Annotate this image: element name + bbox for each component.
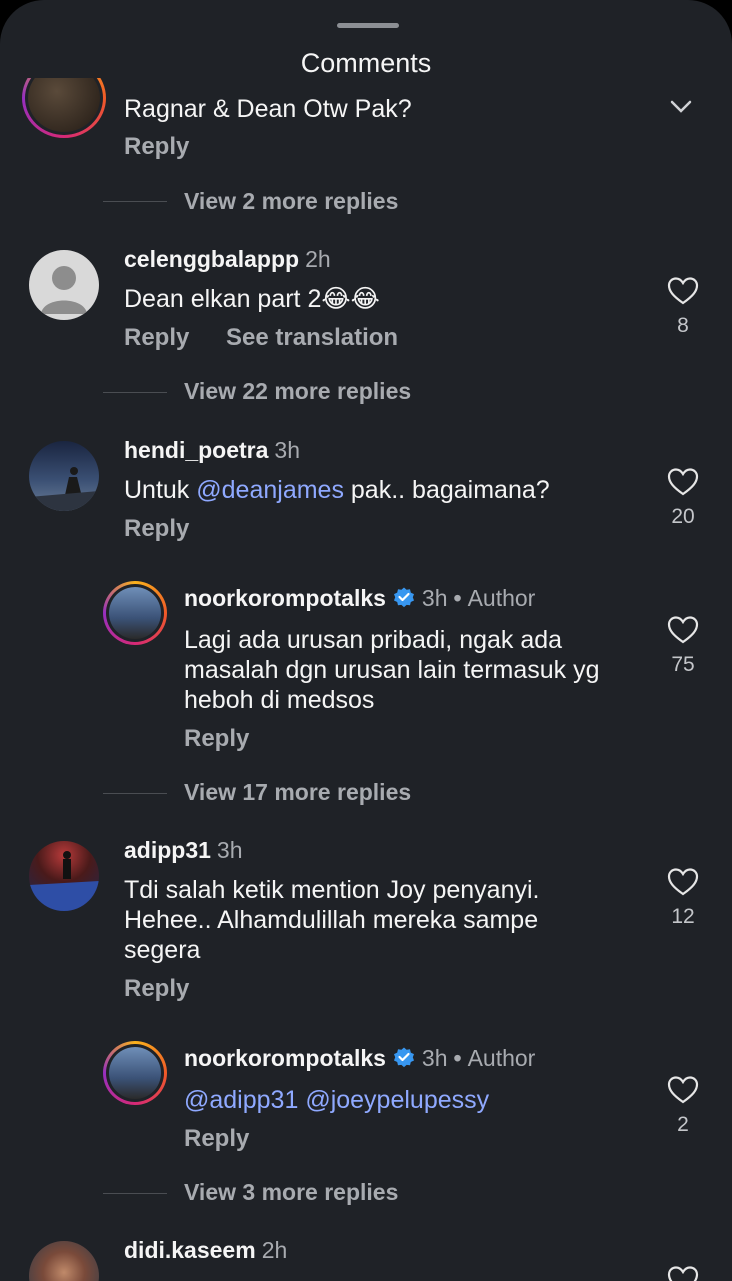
person-silhouette-icon: [29, 467, 99, 511]
comment-actions: Reply: [124, 975, 219, 1003]
comment-username[interactable]: hendi_poetra 3h: [124, 437, 300, 464]
avatar[interactable]: [29, 441, 99, 511]
sheet-title: Comments: [300, 48, 432, 78]
view-more-replies-button[interactable]: View 17 more replies: [184, 779, 411, 806]
view-more-replies-button[interactable]: View 22 more replies: [184, 378, 411, 405]
heart-outline-icon[interactable]: [667, 276, 699, 306]
like-count: 2: [677, 1113, 689, 1136]
comment-actions: Reply: [124, 515, 219, 543]
like-control: 12: [666, 867, 700, 929]
comment-text: Tdi salah ketik mention Joy penyanyi. He…: [124, 876, 540, 964]
default-avatar-icon: [41, 266, 87, 314]
mention-link[interactable]: @adipp31: [184, 1086, 298, 1114]
like-control: [666, 1265, 700, 1281]
avatar[interactable]: [103, 1041, 167, 1105]
comment-time: 2h: [261, 1237, 288, 1263]
reply-button[interactable]: Reply: [124, 515, 189, 542]
comment-username[interactable]: adipp31 3h: [124, 837, 243, 864]
comment-text: Dean elkan part 2😂😂: [124, 285, 380, 313]
comment-time: 3h: [274, 437, 301, 463]
like-control: 2: [666, 1075, 700, 1137]
like-count: 8: [677, 314, 689, 337]
view-replies-divider: [103, 392, 167, 393]
like-control: 20: [666, 467, 700, 529]
comment-username[interactable]: noorkorompotalks 3h • Author: [184, 585, 535, 612]
comment-text: Lagi ada urusan pribadi, ngak ada masala…: [184, 626, 600, 714]
heart-outline-icon[interactable]: [667, 1265, 699, 1281]
like-control: 8: [666, 276, 700, 338]
view-replies-divider: [103, 201, 167, 202]
reply-button[interactable]: Reply: [124, 324, 189, 351]
like-count: 75: [671, 653, 695, 676]
heart-outline-icon[interactable]: [667, 867, 699, 897]
comment-username[interactable]: didi.kaseem 2h: [124, 1237, 287, 1264]
view-replies-divider: [103, 793, 167, 794]
comment-time: 3h: [421, 585, 448, 611]
view-replies-divider: [103, 1193, 167, 1194]
heart-outline-icon[interactable]: [667, 467, 699, 497]
view-more-replies-button[interactable]: View 3 more replies: [184, 1179, 398, 1206]
reply-button[interactable]: Reply: [184, 725, 249, 752]
comment-username[interactable]: noorkorompotalks 3h • Author: [184, 1045, 535, 1072]
comment-text: Ragnar & Dean Otw Pak?: [124, 95, 412, 123]
view-more-replies-button[interactable]: View 2 more replies: [184, 188, 398, 215]
avatar[interactable]: [29, 250, 99, 320]
comment-actions: Reply: [184, 725, 279, 753]
comment-actions: Reply: [184, 1125, 279, 1153]
comments-sheet: Comments Ragnar & Dean Otw Pak? Reply Vi…: [0, 0, 732, 1281]
comment-text: Untuk @deanjames pak.. bagaimana?: [124, 476, 550, 504]
verified-badge-icon: [393, 587, 414, 608]
heart-outline-icon[interactable]: [667, 615, 699, 645]
verified-badge-icon: [393, 1047, 414, 1068]
avatar[interactable]: [29, 1241, 99, 1281]
comment-actions: Reply See translation: [124, 324, 428, 352]
author-badge: Author: [467, 585, 536, 611]
comment-time: 3h: [421, 1045, 448, 1071]
like-count: 20: [671, 505, 695, 528]
comment-text: @adipp31 @joeypelupessy: [184, 1085, 614, 1115]
avatar[interactable]: [22, 78, 106, 138]
comment-username[interactable]: celenggbalappp 2h: [124, 246, 331, 273]
sheet-grabber-handle[interactable]: [337, 23, 399, 28]
comment-time: 3h: [216, 837, 243, 863]
person-face-icon: [29, 1241, 99, 1281]
like-count: 12: [671, 905, 695, 928]
chevron-down-icon[interactable]: [670, 100, 692, 114]
reply-button[interactable]: Reply: [124, 133, 189, 160]
avatar[interactable]: [103, 581, 167, 645]
author-badge: Author: [467, 1045, 536, 1071]
like-control: 75: [666, 615, 700, 677]
reply-button[interactable]: Reply: [124, 975, 189, 1002]
mention-link[interactable]: @joeypelupessy: [305, 1086, 489, 1114]
avatar[interactable]: [29, 841, 99, 911]
comment-actions: Reply: [124, 133, 219, 161]
comment-time: 2h: [305, 246, 331, 272]
person-silhouette-icon: [29, 851, 99, 911]
mention-link[interactable]: @deanjames: [196, 476, 344, 504]
comments-list[interactable]: Ragnar & Dean Otw Pak? Reply View 2 more…: [0, 78, 732, 1281]
heart-outline-icon[interactable]: [667, 1075, 699, 1105]
see-translation-button[interactable]: See translation: [226, 324, 398, 351]
reply-button[interactable]: Reply: [184, 1125, 249, 1152]
